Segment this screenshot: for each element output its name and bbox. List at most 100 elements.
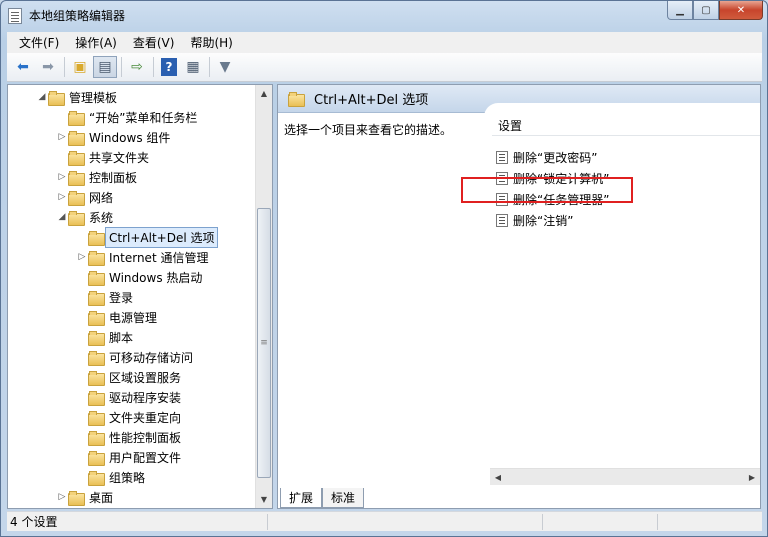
tree-vertical-scrollbar[interactable]: ▲ ≡ ▼: [255, 85, 272, 508]
toolbar-separator: [121, 57, 122, 77]
tree-item[interactable]: ◢ 系统: [56, 207, 113, 227]
setting-label: 删除“锁定计算机”: [513, 171, 610, 186]
scroll-left-icon[interactable]: ◀: [490, 469, 506, 485]
policy-setting-icon: [496, 171, 508, 185]
scroll-up-icon[interactable]: ▲: [256, 85, 272, 102]
folder-icon: [288, 92, 305, 107]
main-window: 本地组策略编辑器 ▁ ▢ ✕ 文件(F) 操作(A) 查看(V) 帮助(H) ⬅…: [0, 0, 768, 537]
tree-item[interactable]: 登录: [76, 287, 133, 307]
menu-file[interactable]: 文件(F): [11, 34, 67, 51]
folder-icon: [48, 90, 65, 106]
tree-item[interactable]: 区域设置服务: [76, 367, 181, 387]
export-icon[interactable]: ⇨: [125, 56, 149, 78]
menu-bar: 文件(F) 操作(A) 查看(V) 帮助(H): [7, 32, 762, 53]
details-header-title: Ctrl+Alt+Del 选项: [314, 93, 429, 108]
view-tabs: 扩展 标准: [280, 486, 365, 508]
tree-item[interactable]: 脚本: [76, 327, 133, 347]
folder-icon: [88, 290, 105, 306]
setting-label: 删除“更改密码”: [513, 150, 598, 165]
expand-arrow-icon[interactable]: ▷: [76, 252, 88, 262]
folder-icon: [88, 250, 105, 266]
tree-item[interactable]: Windows 热启动: [76, 267, 202, 287]
folder-icon: [88, 390, 105, 406]
details-pane: Ctrl+Alt+Del 选项 选择一个项目来查看它的描述。 设置 删除“更改密…: [277, 84, 761, 509]
menu-view[interactable]: 查看(V): [125, 34, 183, 51]
toolbar: ⬅ ➡ ▣ ▤ ⇨ ? ▦ ▼: [7, 53, 762, 82]
minimize-button[interactable]: ▁: [667, 1, 693, 20]
folder-icon: [68, 190, 85, 206]
tab-extended[interactable]: 扩展: [280, 488, 323, 508]
column-header-setting[interactable]: 设置: [498, 117, 522, 134]
folder-icon: [88, 310, 105, 326]
tree-item[interactable]: ▷ 控制面板: [56, 167, 137, 187]
folder-icon: [68, 170, 85, 186]
collapse-arrow-icon[interactable]: ◢: [56, 212, 68, 222]
setting-row[interactable]: 删除“锁定计算机”: [496, 168, 609, 188]
tree-item[interactable]: ▷ Internet 通信管理: [76, 247, 208, 267]
tree-item[interactable]: “开始”菜单和任务栏: [56, 107, 197, 127]
folder-icon: [88, 410, 105, 426]
close-button[interactable]: ✕: [719, 1, 763, 20]
folder-icon: [68, 150, 85, 166]
scroll-thumb[interactable]: ≡: [257, 208, 271, 478]
maximize-button[interactable]: ▢: [693, 1, 719, 20]
tree-item[interactable]: ▷ Windows 组件: [56, 127, 170, 147]
tree-item[interactable]: 可移动存储访问: [76, 347, 193, 367]
tree-item-selected[interactable]: Ctrl+Alt+Del 选项: [76, 226, 219, 248]
menu-action[interactable]: 操作(A): [67, 34, 125, 51]
expand-arrow-icon[interactable]: ▷: [56, 492, 68, 502]
tree-item[interactable]: ▷ 桌面: [56, 487, 113, 507]
toolbar-separator: [209, 57, 210, 77]
folder-icon: [88, 470, 105, 486]
folder-icon: [88, 230, 105, 246]
status-separator: [267, 514, 268, 530]
show-tree-icon[interactable]: ▤: [93, 56, 117, 78]
status-text: 4 个设置: [10, 515, 58, 529]
tree-item[interactable]: 组策略: [76, 467, 145, 487]
title-bar: 本地组策略编辑器 ▁ ▢ ✕: [1, 1, 767, 31]
policy-setting-icon: [496, 192, 508, 206]
filter-icon[interactable]: ▼: [213, 56, 237, 78]
status-bar: 4 个设置: [7, 511, 762, 531]
tree-item[interactable]: 电源管理: [76, 307, 157, 327]
help-icon[interactable]: ?: [161, 58, 177, 76]
properties-icon[interactable]: ▦: [181, 56, 205, 78]
folder-icon: [88, 430, 105, 446]
details-horizontal-scrollbar[interactable]: ◀ ▶: [490, 468, 760, 485]
setting-row[interactable]: 删除“更改密码”: [496, 147, 597, 167]
policy-setting-icon: [496, 150, 508, 164]
menu-help[interactable]: 帮助(H): [182, 34, 240, 51]
tree-item[interactable]: ▷ 网络: [56, 187, 113, 207]
caption-buttons: ▁ ▢ ✕: [667, 1, 763, 21]
scroll-right-icon[interactable]: ▶: [744, 469, 760, 485]
expand-arrow-icon[interactable]: ▷: [56, 172, 68, 182]
tree-item[interactable]: ◢ 管理模板: [36, 87, 117, 107]
tree-item[interactable]: 共享文件夹: [56, 147, 149, 167]
tree-item[interactable]: 性能控制面板: [76, 427, 181, 447]
expand-arrow-icon[interactable]: ▷: [56, 192, 68, 202]
setting-row[interactable]: 删除“注销”: [496, 210, 573, 230]
tree-item[interactable]: 用户配置文件: [76, 447, 181, 467]
up-folder-icon[interactable]: ▣: [68, 56, 92, 78]
policy-setting-icon: [496, 213, 508, 227]
setting-row[interactable]: 删除“任务管理器”: [496, 189, 609, 209]
status-separator: [657, 514, 658, 530]
tree-pane: ◢ 管理模板 “开始”菜单和任务栏 ▷ Windows 组件 共享文件夹 ▷ 控…: [7, 84, 273, 509]
folder-icon: [68, 110, 85, 126]
status-separator: [542, 514, 543, 530]
tree-item[interactable]: 驱动程序安装: [76, 387, 181, 407]
tree-item[interactable]: 文件夹重定向: [76, 407, 181, 427]
expand-arrow-icon[interactable]: ▷: [56, 132, 68, 142]
collapse-arrow-icon[interactable]: ◢: [36, 92, 48, 102]
settings-list: 设置 删除“更改密码” 删除“锁定计算机” 删除“任务管理器” 删除“注销”: [484, 103, 760, 483]
folder-icon: [88, 370, 105, 386]
forward-icon[interactable]: ➡: [36, 56, 60, 78]
folder-icon: [88, 330, 105, 346]
tab-standard[interactable]: 标准: [322, 488, 365, 508]
back-icon[interactable]: ⬅: [11, 56, 35, 78]
scroll-down-icon[interactable]: ▼: [256, 491, 272, 508]
window-title: 本地组策略编辑器: [29, 9, 126, 23]
column-divider: [492, 135, 760, 136]
folder-icon: [88, 450, 105, 466]
description-text: 选择一个项目来查看它的描述。: [284, 123, 453, 137]
